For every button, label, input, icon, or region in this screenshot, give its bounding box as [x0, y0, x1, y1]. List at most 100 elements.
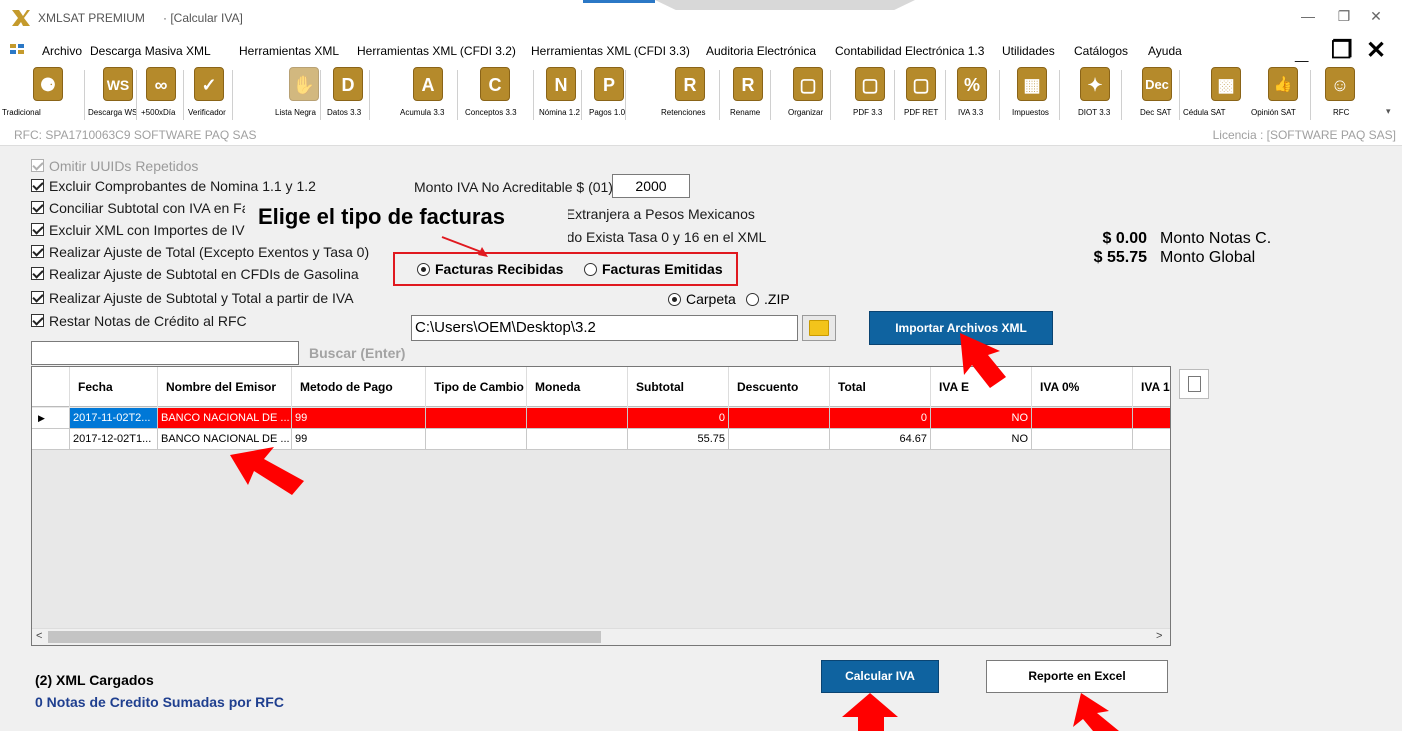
close-window-icon[interactable]: ✕ — [1366, 8, 1386, 26]
tb-label: Lista Negra — [275, 108, 316, 117]
annotation-arrow-icon — [842, 693, 898, 731]
cell-iva-0[interactable] — [1032, 429, 1133, 450]
cell-iva-16[interactable] — [1133, 429, 1170, 450]
tb-separator — [1059, 70, 1060, 120]
mdi-restore-icon[interactable]: ❐ — [1331, 36, 1353, 65]
cell-total[interactable]: 64.67 — [830, 429, 931, 450]
col-header-metodo[interactable]: Metodo de Pago — [292, 367, 426, 407]
col-header-subtotal[interactable]: Subtotal — [628, 367, 729, 407]
scroll-thumb[interactable] — [48, 631, 601, 643]
menu-descarga-masiva[interactable]: Descarga Masiva XML — [90, 44, 211, 58]
col-header-iva-16[interactable]: IVA 1 — [1133, 367, 1170, 407]
cell-fecha[interactable]: 2017-12-02T1... — [70, 429, 158, 450]
app-menu-icon[interactable] — [10, 44, 24, 54]
cell-metodo[interactable]: 99 — [292, 429, 426, 450]
tb-label: +500xDía — [141, 108, 176, 117]
scroll-right-icon[interactable]: > — [1156, 630, 1162, 642]
scroll-left-icon[interactable]: < — [36, 630, 42, 642]
cell-subtotal[interactable]: 0 — [628, 408, 729, 429]
radio-label: Facturas Recibidas — [435, 261, 564, 277]
menu-ayuda[interactable]: Ayuda — [1148, 44, 1182, 58]
ajuste-total-checkbox[interactable]: Realizar Ajuste de Total (Excepto Exento… — [31, 244, 369, 262]
cell-fecha[interactable]: 2017-11-02T2... — [70, 408, 158, 429]
col-header-moneda[interactable]: Moneda — [527, 367, 628, 407]
organizar-icon: ▢ — [793, 67, 823, 101]
facturas-emitidas-radio[interactable]: Facturas Emitidas — [584, 261, 723, 277]
tb-separator — [457, 70, 458, 120]
calcular-iva-button[interactable]: Calcular IVA — [821, 660, 939, 693]
cell-moneda[interactable] — [527, 408, 628, 429]
radio-label: Carpeta — [686, 291, 736, 307]
horizontal-scrollbar[interactable]: < > — [32, 628, 1170, 645]
browse-folder-button[interactable] — [802, 315, 836, 341]
folder-path-input[interactable]: C:\Users\OEM\Desktop\3.2 — [411, 315, 798, 341]
ajuste-iva-checkbox[interactable]: Realizar Ajuste de Subtotal y Total a pa… — [31, 290, 354, 308]
cell-iva-16[interactable] — [1133, 408, 1170, 429]
zip-radio[interactable]: .ZIP — [746, 291, 790, 307]
cell-subtotal[interactable]: 55.75 — [628, 429, 729, 450]
cell-tipo-cambio[interactable] — [426, 408, 527, 429]
facturas-recibidas-radio[interactable]: Facturas Recibidas — [417, 261, 563, 277]
cell-tipo-cambio[interactable] — [426, 429, 527, 450]
cell-iva-e[interactable]: NO — [931, 429, 1032, 450]
menu-contabilidad[interactable]: Contabilidad Electrónica 1.3 — [835, 44, 984, 58]
menu-archivo[interactable]: Archivo — [42, 44, 82, 58]
copy-button[interactable] — [1179, 369, 1209, 399]
ajuste-gasolina-checkbox[interactable]: Realizar Ajuste de Subtotal en CFDIs de … — [31, 266, 359, 284]
col-header-total[interactable]: Total — [830, 367, 931, 407]
menu-utilidades[interactable]: Utilidades — [1002, 44, 1055, 58]
conciliar-subtotal-checkbox[interactable]: Conciliar Subtotal con IVA en Fa — [31, 200, 250, 218]
menu-catalogos[interactable]: Catálogos — [1074, 44, 1128, 58]
menu-herramientas-xml[interactable]: Herramientas XML — [239, 44, 339, 58]
monto-notas-amount: $ 0.00 — [1102, 230, 1147, 247]
minimize-icon[interactable]: — — [1298, 8, 1318, 26]
reporte-excel-button[interactable]: Reporte en Excel — [986, 660, 1168, 693]
restar-notas-checkbox[interactable]: Restar Notas de Crédito al RFC — [31, 313, 247, 331]
cell-iva-0[interactable] — [1032, 408, 1133, 429]
cell-iva-e[interactable]: NO — [931, 408, 1032, 429]
checkbox-label: Realizar Ajuste de Subtotal y Total a pa… — [49, 290, 354, 306]
toolbar: ⚈ Tradicional WS Descarga WS ∞ +500xDía … — [0, 62, 1402, 124]
cell-metodo[interactable]: 99 — [292, 408, 426, 429]
menu-auditoria[interactable]: Auditoria Electrónica — [706, 44, 816, 58]
row-selector-arrow-icon[interactable]: ▶ — [32, 408, 70, 429]
cell-emisor[interactable]: BANCO NACIONAL DE ... — [158, 408, 292, 429]
retenciones-icon: R — [675, 67, 705, 101]
col-header-descuento[interactable]: Descuento — [729, 367, 830, 407]
tb-label: RFC — [1333, 108, 1350, 117]
row-selector[interactable] — [32, 429, 70, 450]
tb-label: Verificador — [188, 108, 226, 117]
restore-icon[interactable]: ❐ — [1334, 8, 1354, 26]
xmlsat-logo-icon — [12, 10, 30, 26]
tb-separator — [830, 70, 831, 120]
monto-notas-label: Monto Notas C. — [1160, 230, 1272, 247]
table-row[interactable]: ▶ 2017-11-02T2... BANCO NACIONAL DE ... … — [32, 408, 1170, 429]
cell-total[interactable]: 0 — [830, 408, 931, 429]
menu-herramientas-cfdi32[interactable]: Herramientas XML (CFDI 3.2) — [357, 44, 516, 58]
monto-global-amount: $ 55.75 — [1093, 249, 1147, 266]
monto-iva-input[interactable]: 2000 — [612, 174, 690, 198]
cell-descuento[interactable] — [729, 429, 830, 450]
folder-icon — [809, 320, 829, 336]
invoice-grid: Fecha Nombre del Emisor Metodo de Pago T… — [31, 366, 1171, 646]
menu-herramientas-cfdi33[interactable]: Herramientas XML (CFDI 3.3) — [531, 44, 690, 58]
cell-moneda[interactable] — [527, 429, 628, 450]
tb-separator — [770, 70, 771, 120]
col-header-tipo-cambio[interactable]: Tipo de Cambio — [426, 367, 527, 407]
infinity-icon: ∞ — [146, 67, 176, 101]
carpeta-radio[interactable]: Carpeta — [668, 291, 736, 307]
omitir-uuids-checkbox[interactable]: Omitir UUIDs Repetidos — [31, 158, 198, 176]
col-header-fecha[interactable]: Fecha — [70, 367, 158, 407]
pdf-ret-icon: ▢ — [906, 67, 936, 101]
search-input[interactable] — [31, 341, 299, 365]
toolbar-overflow-icon[interactable]: ▾ — [1386, 106, 1391, 117]
col-header-emisor[interactable]: Nombre del Emisor — [158, 367, 292, 407]
cell-descuento[interactable] — [729, 408, 830, 429]
tb-label: Tradicional — [2, 108, 41, 117]
col-header-iva-0[interactable]: IVA 0% — [1032, 367, 1133, 407]
mdi-close-icon[interactable]: ✕ — [1366, 36, 1386, 65]
table-row[interactable]: 2017-12-02T1... BANCO NACIONAL DE ... 99… — [32, 429, 1170, 450]
tb-label: Conceptos 3.3 — [465, 108, 517, 117]
dec-sat-icon: Dec — [1142, 67, 1172, 101]
excluir-xml-iva-checkbox[interactable]: Excluir XML con Importes de IV — [31, 222, 245, 240]
